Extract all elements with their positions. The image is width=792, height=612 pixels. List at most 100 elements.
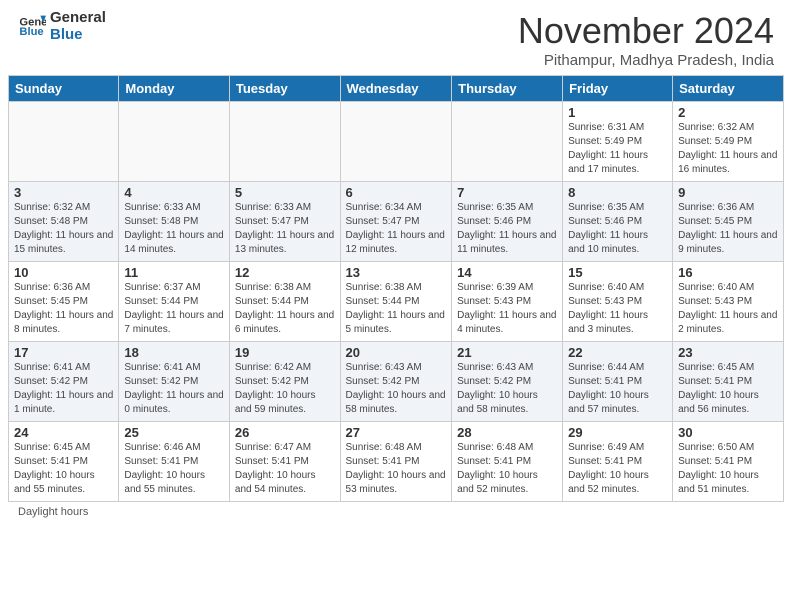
day-info: Sunrise: 6:32 AM Sunset: 5:49 PM Dayligh… <box>678 121 778 177</box>
day-info: Sunrise: 6:45 AM Sunset: 5:41 PM Dayligh… <box>678 361 778 417</box>
day-info: Sunrise: 6:50 AM Sunset: 5:41 PM Dayligh… <box>678 441 778 497</box>
footer: Daylight hours <box>0 502 792 522</box>
logo: General Blue General Blue <box>18 10 106 43</box>
calendar-cell: 3Sunrise: 6:32 AM Sunset: 5:48 PM Daylig… <box>9 182 119 262</box>
calendar-cell: 29Sunrise: 6:49 AM Sunset: 5:41 PM Dayli… <box>563 422 673 502</box>
week-row-4: 17Sunrise: 6:41 AM Sunset: 5:42 PM Dayli… <box>9 342 784 422</box>
day-info: Sunrise: 6:41 AM Sunset: 5:42 PM Dayligh… <box>124 361 224 417</box>
day-info: Sunrise: 6:44 AM Sunset: 5:41 PM Dayligh… <box>568 361 667 417</box>
calendar-cell: 7Sunrise: 6:35 AM Sunset: 5:46 PM Daylig… <box>452 182 563 262</box>
calendar-cell: 6Sunrise: 6:34 AM Sunset: 5:47 PM Daylig… <box>340 182 452 262</box>
calendar-body: 1Sunrise: 6:31 AM Sunset: 5:49 PM Daylig… <box>9 102 784 502</box>
calendar-cell: 2Sunrise: 6:32 AM Sunset: 5:49 PM Daylig… <box>673 102 784 182</box>
day-info: Sunrise: 6:43 AM Sunset: 5:42 PM Dayligh… <box>457 361 557 417</box>
day-info: Sunrise: 6:49 AM Sunset: 5:41 PM Dayligh… <box>568 441 667 497</box>
weekday-header-row: SundayMondayTuesdayWednesdayThursdayFrid… <box>9 76 784 102</box>
weekday-header-tuesday: Tuesday <box>229 76 340 102</box>
calendar-cell <box>340 102 452 182</box>
calendar-table: SundayMondayTuesdayWednesdayThursdayFrid… <box>8 75 784 502</box>
daylight-label: Daylight hours <box>18 506 88 518</box>
week-row-3: 10Sunrise: 6:36 AM Sunset: 5:45 PM Dayli… <box>9 262 784 342</box>
calendar-cell: 16Sunrise: 6:40 AM Sunset: 5:43 PM Dayli… <box>673 262 784 342</box>
calendar-cell <box>9 102 119 182</box>
day-number: 2 <box>678 105 778 120</box>
day-info: Sunrise: 6:47 AM Sunset: 5:41 PM Dayligh… <box>235 441 335 497</box>
calendar-cell: 13Sunrise: 6:38 AM Sunset: 5:44 PM Dayli… <box>340 262 452 342</box>
day-number: 14 <box>457 265 557 280</box>
weekday-header-monday: Monday <box>119 76 230 102</box>
day-info: Sunrise: 6:45 AM Sunset: 5:41 PM Dayligh… <box>14 441 113 497</box>
day-number: 6 <box>346 185 447 200</box>
day-number: 1 <box>568 105 667 120</box>
day-number: 19 <box>235 345 335 360</box>
day-info: Sunrise: 6:40 AM Sunset: 5:43 PM Dayligh… <box>678 281 778 337</box>
day-number: 17 <box>14 345 113 360</box>
weekday-header-friday: Friday <box>563 76 673 102</box>
day-number: 5 <box>235 185 335 200</box>
calendar-cell: 25Sunrise: 6:46 AM Sunset: 5:41 PM Dayli… <box>119 422 230 502</box>
day-info: Sunrise: 6:36 AM Sunset: 5:45 PM Dayligh… <box>678 201 778 257</box>
day-info: Sunrise: 6:41 AM Sunset: 5:42 PM Dayligh… <box>14 361 113 417</box>
day-number: 9 <box>678 185 778 200</box>
calendar-cell: 17Sunrise: 6:41 AM Sunset: 5:42 PM Dayli… <box>9 342 119 422</box>
weekday-header-wednesday: Wednesday <box>340 76 452 102</box>
day-number: 13 <box>346 265 447 280</box>
calendar-cell: 9Sunrise: 6:36 AM Sunset: 5:45 PM Daylig… <box>673 182 784 262</box>
day-info: Sunrise: 6:32 AM Sunset: 5:48 PM Dayligh… <box>14 201 113 257</box>
day-number: 27 <box>346 425 447 440</box>
week-row-1: 1Sunrise: 6:31 AM Sunset: 5:49 PM Daylig… <box>9 102 784 182</box>
calendar-cell: 21Sunrise: 6:43 AM Sunset: 5:42 PM Dayli… <box>452 342 563 422</box>
day-number: 11 <box>124 265 224 280</box>
day-number: 23 <box>678 345 778 360</box>
calendar-cell: 5Sunrise: 6:33 AM Sunset: 5:47 PM Daylig… <box>229 182 340 262</box>
logo-icon: General Blue <box>18 10 46 43</box>
day-info: Sunrise: 6:48 AM Sunset: 5:41 PM Dayligh… <box>457 441 557 497</box>
weekday-header-saturday: Saturday <box>673 76 784 102</box>
svg-text:Blue: Blue <box>19 26 43 38</box>
calendar-cell <box>119 102 230 182</box>
week-row-5: 24Sunrise: 6:45 AM Sunset: 5:41 PM Dayli… <box>9 422 784 502</box>
calendar-cell: 26Sunrise: 6:47 AM Sunset: 5:41 PM Dayli… <box>229 422 340 502</box>
day-info: Sunrise: 6:38 AM Sunset: 5:44 PM Dayligh… <box>235 281 335 337</box>
page-container: General Blue General Blue November 2024 … <box>0 0 792 522</box>
calendar-cell: 24Sunrise: 6:45 AM Sunset: 5:41 PM Dayli… <box>9 422 119 502</box>
calendar-cell: 22Sunrise: 6:44 AM Sunset: 5:41 PM Dayli… <box>563 342 673 422</box>
day-number: 18 <box>124 345 224 360</box>
calendar-cell: 15Sunrise: 6:40 AM Sunset: 5:43 PM Dayli… <box>563 262 673 342</box>
day-number: 3 <box>14 185 113 200</box>
calendar-cell: 30Sunrise: 6:50 AM Sunset: 5:41 PM Dayli… <box>673 422 784 502</box>
calendar-cell: 14Sunrise: 6:39 AM Sunset: 5:43 PM Dayli… <box>452 262 563 342</box>
day-info: Sunrise: 6:35 AM Sunset: 5:46 PM Dayligh… <box>457 201 557 257</box>
calendar-cell: 8Sunrise: 6:35 AM Sunset: 5:46 PM Daylig… <box>563 182 673 262</box>
calendar-cell: 12Sunrise: 6:38 AM Sunset: 5:44 PM Dayli… <box>229 262 340 342</box>
month-title: November 2024 <box>518 10 774 52</box>
day-info: Sunrise: 6:40 AM Sunset: 5:43 PM Dayligh… <box>568 281 667 337</box>
day-number: 10 <box>14 265 113 280</box>
day-info: Sunrise: 6:38 AM Sunset: 5:44 PM Dayligh… <box>346 281 447 337</box>
logo-general-text: General <box>50 10 106 27</box>
day-info: Sunrise: 6:36 AM Sunset: 5:45 PM Dayligh… <box>14 281 113 337</box>
calendar-cell: 19Sunrise: 6:42 AM Sunset: 5:42 PM Dayli… <box>229 342 340 422</box>
day-info: Sunrise: 6:43 AM Sunset: 5:42 PM Dayligh… <box>346 361 447 417</box>
header: General Blue General Blue November 2024 … <box>0 0 792 75</box>
day-info: Sunrise: 6:34 AM Sunset: 5:47 PM Dayligh… <box>346 201 447 257</box>
day-number: 4 <box>124 185 224 200</box>
day-number: 25 <box>124 425 224 440</box>
calendar-cell: 1Sunrise: 6:31 AM Sunset: 5:49 PM Daylig… <box>563 102 673 182</box>
calendar-cell: 20Sunrise: 6:43 AM Sunset: 5:42 PM Dayli… <box>340 342 452 422</box>
day-info: Sunrise: 6:42 AM Sunset: 5:42 PM Dayligh… <box>235 361 335 417</box>
day-number: 15 <box>568 265 667 280</box>
day-number: 7 <box>457 185 557 200</box>
calendar-cell: 27Sunrise: 6:48 AM Sunset: 5:41 PM Dayli… <box>340 422 452 502</box>
day-number: 12 <box>235 265 335 280</box>
day-info: Sunrise: 6:33 AM Sunset: 5:48 PM Dayligh… <box>124 201 224 257</box>
weekday-header-thursday: Thursday <box>452 76 563 102</box>
day-number: 29 <box>568 425 667 440</box>
weekday-header-sunday: Sunday <box>9 76 119 102</box>
day-number: 8 <box>568 185 667 200</box>
week-row-2: 3Sunrise: 6:32 AM Sunset: 5:48 PM Daylig… <box>9 182 784 262</box>
day-info: Sunrise: 6:33 AM Sunset: 5:47 PM Dayligh… <box>235 201 335 257</box>
calendar-wrapper: SundayMondayTuesdayWednesdayThursdayFrid… <box>0 75 792 502</box>
logo-blue-text: Blue <box>50 27 106 44</box>
day-number: 28 <box>457 425 557 440</box>
